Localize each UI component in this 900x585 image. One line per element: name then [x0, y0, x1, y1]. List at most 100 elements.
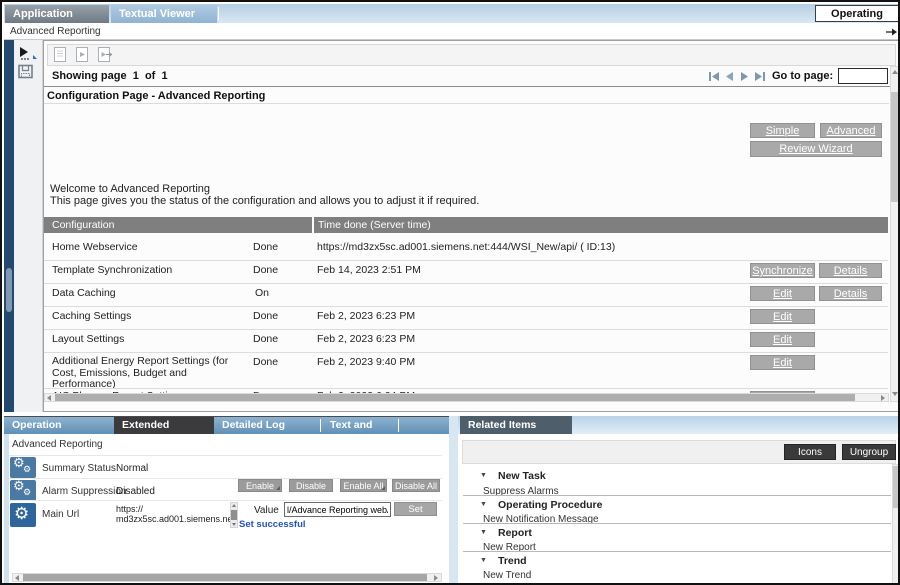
collapse-triangle-icon[interactable]: ▼ [480, 557, 487, 564]
related-items-scroll-thumb[interactable] [893, 466, 899, 508]
title-separator [44, 103, 889, 104]
row-name: Home Webservice [52, 241, 138, 253]
mini-scroll-thumb[interactable] [231, 510, 237, 520]
enable-all-button[interactable]: Enable All [340, 479, 387, 492]
collapse-panel-icon[interactable] [886, 28, 898, 36]
enable-button[interactable]: Enable [238, 479, 282, 492]
scroll-right-arrow[interactable] [881, 395, 885, 401]
details-button[interactable]: Details [819, 286, 882, 301]
details-button[interactable]: Details [819, 263, 882, 278]
tab-extended-operation[interactable]: Extended Operation [114, 417, 214, 434]
collapse-triangle-icon[interactable]: ▼ [480, 529, 487, 536]
row-name: Caching Settings [52, 310, 131, 322]
scroll-left-arrow[interactable] [15, 575, 19, 581]
related-item[interactable]: New Trend [483, 570, 531, 581]
scroll-right-arrow[interactable] [434, 575, 438, 581]
row-name: Additional Energy Report Settings (for C… [52, 356, 248, 391]
dropdown-grip [276, 486, 280, 490]
row-status: Done [253, 241, 278, 253]
scroll-up-arrow[interactable] [892, 70, 898, 74]
export-report-icon[interactable] [98, 47, 112, 62]
group-separator [463, 551, 891, 552]
welcome-line-2: This page gives you the status of the co… [50, 195, 479, 207]
breadcrumb-row [4, 23, 898, 40]
related-group-title[interactable]: Operating Procedure [498, 499, 602, 511]
collapse-triangle-icon[interactable]: ▼ [480, 501, 487, 508]
related-group-title[interactable]: Report [498, 527, 532, 539]
operating-mode-button[interactable]: Operating [815, 5, 899, 22]
row-separator [44, 352, 888, 353]
edit-button[interactable]: Edit [750, 332, 815, 347]
ungroup-button[interactable]: Ungroup [842, 444, 896, 460]
run-report-icon[interactable] [18, 46, 38, 61]
enable-all-label: Enable All [343, 481, 383, 491]
icons-button[interactable]: Icons [784, 444, 836, 460]
execute-report-icon[interactable] [76, 47, 88, 62]
new-report-icon[interactable] [54, 47, 66, 62]
table-header-configuration: Configuration [44, 217, 312, 233]
gear-glyph: ⚙ [23, 464, 31, 474]
row-separator [9, 455, 442, 456]
main-vertical-scroll-thumb[interactable] [891, 92, 898, 202]
paging-total: 1 [161, 70, 167, 82]
tab-textual-viewer[interactable]: Textual Viewer [111, 5, 217, 23]
mini-scroll-down-arrow[interactable] [232, 523, 236, 526]
splitter-grip[interactable] [6, 268, 12, 312]
row-time: Feb 2, 2023 6:23 PM [317, 333, 415, 345]
first-page-icon[interactable] [708, 71, 720, 82]
row-status: Done [253, 264, 278, 276]
tab-text-and-memo[interactable]: Text and Memo [322, 417, 396, 434]
review-wizard-button[interactable]: Review Wizard [750, 141, 882, 157]
paging-current: 1 [133, 70, 139, 82]
welcome-line-1: Welcome to Advanced Reporting [50, 183, 210, 195]
edit-button[interactable]: Edit [750, 286, 815, 301]
set-label: Set [408, 504, 422, 515]
operation-panel-title: Advanced Reporting [12, 439, 103, 450]
row-time: Feb 2, 2023 6:23 PM [317, 310, 415, 322]
paging-status: Showing page 1 of 1 [52, 70, 168, 82]
advanced-button[interactable]: Advanced [820, 123, 882, 138]
previous-page-icon[interactable] [724, 71, 735, 82]
left-nav-strip[interactable] [4, 40, 14, 412]
row-status: On [255, 287, 269, 299]
tab-operation[interactable]: Operation [4, 417, 114, 434]
goto-page-input[interactable] [838, 68, 888, 84]
related-group-title[interactable]: New Task [498, 470, 546, 482]
row-name: Template Synchronization [52, 264, 172, 276]
synchronize-button[interactable]: Synchronize [750, 263, 815, 278]
tab-detailed-log[interactable]: Detailed Log [214, 417, 318, 434]
paging-row [44, 66, 899, 87]
dropdown-grip [381, 486, 385, 490]
disable-all-button[interactable]: Disable All [392, 479, 440, 492]
tab-divider [398, 419, 399, 432]
value-input[interactable] [284, 502, 391, 517]
tab-application-viewer[interactable]: Application Viewer [5, 5, 109, 23]
left-tool-column [14, 40, 43, 412]
group-separator [463, 495, 891, 496]
scroll-left-arrow[interactable] [47, 395, 51, 401]
mini-scroll-up-arrow[interactable] [232, 504, 236, 507]
row-name: Data Caching [52, 287, 116, 299]
disable-button[interactable]: Disable [289, 479, 333, 492]
gear-glyph: ⚙ [23, 487, 31, 497]
last-page-icon[interactable] [754, 71, 766, 82]
related-group-title[interactable]: Trend [498, 555, 527, 567]
simple-button[interactable]: Simple [750, 123, 815, 138]
disable-label: Disable [296, 481, 326, 491]
table-header-time-done: Time done (Server time) [314, 217, 888, 233]
scroll-down-arrow[interactable] [892, 392, 898, 396]
bottom-panel-splitter[interactable] [449, 416, 458, 585]
next-page-icon[interactable] [739, 71, 750, 82]
edit-button[interactable]: Edit [750, 309, 815, 324]
save-icon[interactable] [18, 64, 34, 79]
row-separator [44, 306, 888, 307]
collapse-triangle-icon[interactable]: ▼ [480, 472, 487, 479]
main-horizontal-scroll-thumb[interactable] [55, 394, 855, 401]
edit-button[interactable]: Edit [750, 355, 815, 370]
paging-of: of [145, 70, 155, 82]
set-button[interactable]: Set [394, 502, 437, 516]
tab-related-items[interactable]: Related Items [460, 416, 572, 434]
row-time: Feb 14, 2023 2:51 PM [317, 264, 421, 276]
operation-horizontal-scroll-thumb[interactable] [23, 574, 427, 581]
operation-panel-left-strip [4, 434, 9, 585]
